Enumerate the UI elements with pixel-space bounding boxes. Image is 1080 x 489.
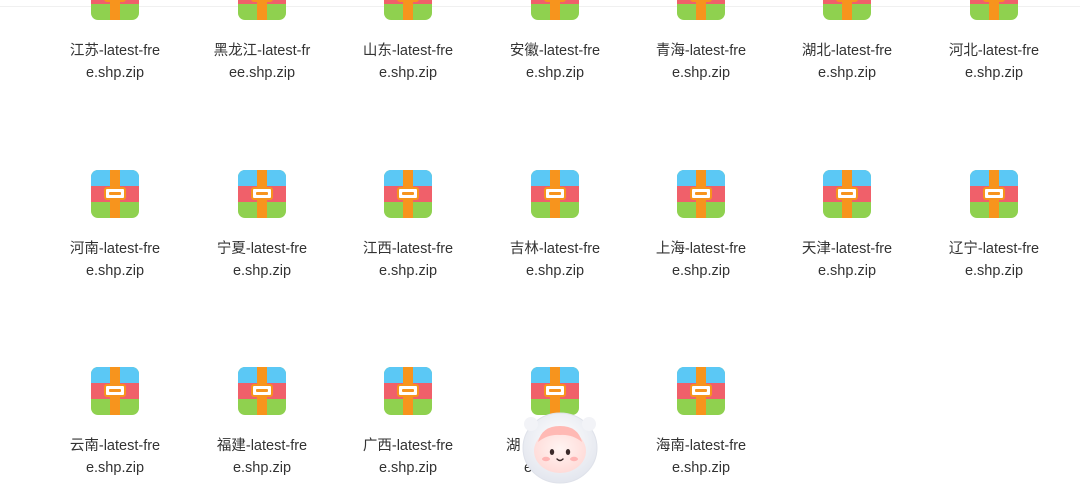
file-name-line1: 广西-latest-fre xyxy=(362,438,454,454)
file-item[interactable]: 福建-latest-fre e.shp.zip xyxy=(197,367,327,477)
archive-zip-icon xyxy=(91,367,139,415)
archive-zip-icon xyxy=(531,170,579,218)
file-name-line2: e.shp.zip xyxy=(964,65,1024,81)
file-name-line2: e.shp.zip xyxy=(378,263,438,279)
file-name-line2: e.shp.zip xyxy=(525,263,585,279)
archive-zip-icon xyxy=(677,367,725,415)
file-name-line2: e.shp.zip xyxy=(232,460,292,476)
file-name-line1: 福建-latest-fre xyxy=(216,438,308,454)
file-name-line1: 江西-latest-fre xyxy=(362,241,454,257)
file-name: 广西-latest-fre e.shp.zip xyxy=(343,435,473,479)
file-name: 上海-latest-fre e.shp.zip xyxy=(636,238,766,282)
archive-zip-icon xyxy=(970,0,1018,20)
file-item[interactable]: 云南-latest-fre e.shp.zip xyxy=(50,367,180,477)
file-name-line2: ee.shp.zip xyxy=(228,65,296,81)
archive-zip-icon xyxy=(677,0,725,20)
file-item[interactable]: 海南-latest-fre e.shp.zip xyxy=(636,367,766,477)
file-name-line1: 青海-latest-fre xyxy=(655,43,747,59)
file-name-line2: e.shp.zip xyxy=(671,263,731,279)
file-item[interactable]: 上海-latest-fre e.shp.zip xyxy=(636,170,766,280)
file-name-line2: e.shp.zip xyxy=(378,460,438,476)
file-item[interactable]: 江苏-latest-fre e.shp.zip xyxy=(50,0,180,82)
file-name: 江苏-latest-fre e.shp.zip xyxy=(50,40,180,84)
file-item[interactable]: 河北-latest-fre e.shp.zip xyxy=(929,0,1059,82)
file-name-line2: e.shp.zip xyxy=(525,65,585,81)
file-item[interactable]: 黑龙江-latest-fr ee.shp.zip xyxy=(197,0,327,82)
file-name: 青海-latest-fre e.shp.zip xyxy=(636,40,766,84)
file-item[interactable]: 江西-latest-fre e.shp.zip xyxy=(343,170,473,280)
archive-zip-icon xyxy=(91,170,139,218)
file-name: 湖北-latest-fre e.shp.zip xyxy=(782,40,912,84)
file-name-line2: e.shp.zip xyxy=(85,263,145,279)
file-name-line1: 黑龙江-latest-fr xyxy=(213,43,311,59)
file-name: 黑龙江-latest-fr ee.shp.zip xyxy=(197,40,327,84)
archive-zip-icon xyxy=(384,170,432,218)
assistant-mascot-icon[interactable] xyxy=(520,404,600,484)
file-name: 河南-latest-fre e.shp.zip xyxy=(50,238,180,282)
file-name-line2: e.shp.zip xyxy=(85,65,145,81)
file-name-line1: 海南-latest-fre xyxy=(655,438,747,454)
file-name-line1: 河南-latest-fre xyxy=(69,241,161,257)
file-name-line1: 云南-latest-fre xyxy=(69,438,161,454)
file-name-line1: 天津-latest-fre xyxy=(801,241,893,257)
file-name-line2: e.shp.zip xyxy=(817,263,877,279)
file-name-line2: e.shp.zip xyxy=(85,460,145,476)
file-name: 河北-latest-fre e.shp.zip xyxy=(929,40,1059,84)
file-name: 吉林-latest-fre e.shp.zip xyxy=(490,238,620,282)
file-name-line1: 湖北-latest-fre xyxy=(801,43,893,59)
archive-zip-icon xyxy=(970,170,1018,218)
archive-zip-icon xyxy=(384,367,432,415)
file-name-line2: e.shp.zip xyxy=(378,65,438,81)
file-item[interactable]: 河南-latest-fre e.shp.zip xyxy=(50,170,180,280)
file-item[interactable]: 山东-latest-fre e.shp.zip xyxy=(343,0,473,82)
file-name-line1: 上海-latest-fre xyxy=(655,241,747,257)
file-name-line1: 江苏-latest-fre xyxy=(69,43,161,59)
file-name-line1: 吉林-latest-fre xyxy=(509,241,601,257)
archive-zip-icon xyxy=(823,170,871,218)
archive-zip-icon xyxy=(531,0,579,20)
file-item[interactable]: 湖北-latest-fre e.shp.zip xyxy=(782,0,912,82)
file-name-line1: 安徽-latest-fre xyxy=(509,43,601,59)
file-name: 宁夏-latest-fre e.shp.zip xyxy=(197,238,327,282)
file-name-line1: 河北-latest-fre xyxy=(948,43,1040,59)
file-name: 福建-latest-fre e.shp.zip xyxy=(197,435,327,479)
file-name-line1: 山东-latest-fre xyxy=(362,43,454,59)
archive-zip-icon xyxy=(91,0,139,20)
file-name: 天津-latest-fre e.shp.zip xyxy=(782,238,912,282)
file-name: 山东-latest-fre e.shp.zip xyxy=(343,40,473,84)
archive-zip-icon xyxy=(677,170,725,218)
archive-zip-icon xyxy=(238,367,286,415)
file-name-line2: e.shp.zip xyxy=(232,263,292,279)
file-name: 辽宁-latest-fre e.shp.zip xyxy=(929,238,1059,282)
archive-zip-icon xyxy=(238,170,286,218)
file-item[interactable]: 辽宁-latest-fre e.shp.zip xyxy=(929,170,1059,280)
file-name: 云南-latest-fre e.shp.zip xyxy=(50,435,180,479)
file-name: 安徽-latest-fre e.shp.zip xyxy=(490,40,620,84)
archive-zip-icon xyxy=(823,0,871,20)
file-name-line2: e.shp.zip xyxy=(964,263,1024,279)
file-item[interactable]: 吉林-latest-fre e.shp.zip xyxy=(490,170,620,280)
file-name: 海南-latest-fre e.shp.zip xyxy=(636,435,766,479)
file-item[interactable]: 天津-latest-fre e.shp.zip xyxy=(782,170,912,280)
file-name: 江西-latest-fre e.shp.zip xyxy=(343,238,473,282)
file-name-line1: 宁夏-latest-fre xyxy=(216,241,308,257)
file-item[interactable]: 安徽-latest-fre e.shp.zip xyxy=(490,0,620,82)
archive-zip-icon xyxy=(384,0,432,20)
file-name-line2: e.shp.zip xyxy=(671,460,731,476)
file-item[interactable]: 宁夏-latest-fre e.shp.zip xyxy=(197,170,327,280)
file-item[interactable]: 青海-latest-fre e.shp.zip xyxy=(636,0,766,82)
file-name-line1: 辽宁-latest-fre xyxy=(948,241,1040,257)
archive-zip-icon xyxy=(238,0,286,20)
file-name-line2: e.shp.zip xyxy=(817,65,877,81)
file-item[interactable]: 广西-latest-fre e.shp.zip xyxy=(343,367,473,477)
file-name-line2: e.shp.zip xyxy=(671,65,731,81)
